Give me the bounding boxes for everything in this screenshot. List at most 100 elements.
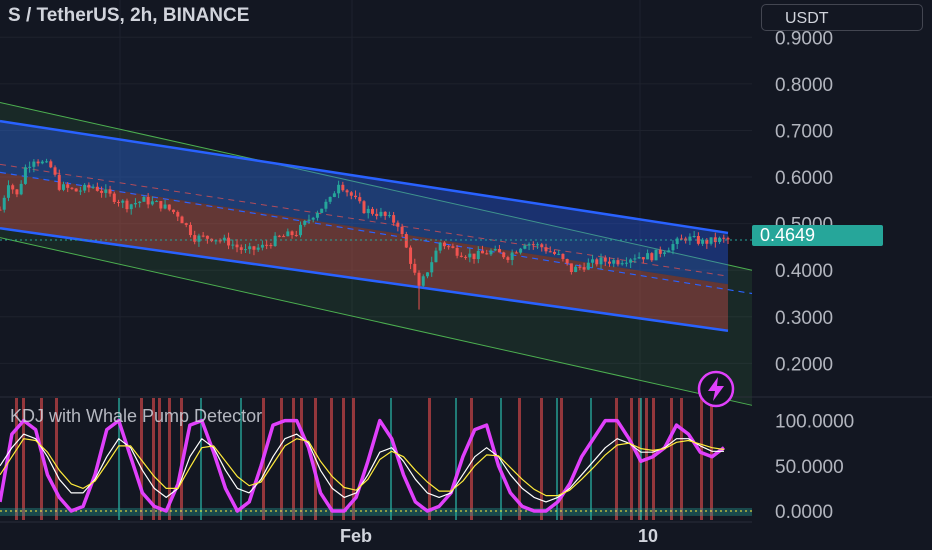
candle-body (650, 253, 654, 261)
candle-body (45, 161, 49, 163)
candle-body (624, 262, 628, 264)
candle-body (519, 248, 523, 253)
candle-body (146, 197, 150, 205)
candle-body (0, 209, 2, 211)
candle-body (227, 237, 231, 246)
candle-body (49, 161, 53, 168)
candle-body (197, 235, 201, 242)
candle-body (396, 222, 400, 227)
candle (180, 215, 184, 224)
candle-body (129, 204, 133, 210)
candle-body (2, 197, 6, 210)
candle-body (586, 262, 590, 270)
candle-body (527, 244, 531, 246)
candle-body (552, 251, 556, 254)
candle-body (307, 219, 311, 221)
candle-body (277, 235, 281, 237)
candle-body (464, 256, 468, 258)
candle-body (138, 201, 142, 204)
lightning-icon[interactable] (697, 370, 735, 408)
candle-body (616, 260, 620, 265)
candle-body (193, 235, 197, 242)
candle-body (531, 244, 535, 246)
candle-body (430, 262, 434, 273)
candle-body (591, 259, 595, 263)
signal-bar (590, 398, 592, 520)
candle-body (557, 253, 561, 255)
trading-chart[interactable]: 0.90000.80000.70000.60000.50000.40000.30… (0, 0, 932, 550)
candle-body (607, 261, 611, 264)
candle-body (595, 259, 599, 265)
candle-body (303, 220, 307, 225)
signal-bar (670, 398, 673, 520)
candle-body (654, 249, 658, 261)
candle-body (692, 236, 696, 238)
candle-body (36, 161, 40, 164)
candle-body (387, 215, 391, 217)
candle-body (19, 183, 23, 195)
candle-body (574, 266, 578, 273)
candle-body (282, 236, 286, 238)
candle-body (362, 201, 366, 214)
candle-body (637, 257, 641, 259)
candle-body (400, 226, 404, 235)
candle-body (417, 272, 421, 286)
candle-body (57, 174, 61, 190)
candle (362, 200, 366, 214)
candle-body (155, 201, 159, 203)
candle-body (633, 258, 637, 260)
candle-body (125, 200, 129, 210)
candle (23, 164, 27, 185)
candle-body (696, 236, 700, 244)
candle-body (383, 211, 387, 216)
candle-body (40, 161, 44, 164)
candle-body (70, 187, 74, 189)
candle-body (337, 184, 341, 194)
signal-bar (455, 398, 457, 520)
candle-body (671, 244, 675, 251)
candle-body (95, 186, 99, 191)
candle-body (32, 161, 36, 167)
signal-bar (280, 398, 283, 520)
candle-body (133, 203, 137, 205)
candle-body (91, 186, 95, 188)
signal-bar (428, 398, 431, 520)
y-axis-label: 0.3000 (775, 308, 833, 329)
candle-body (74, 188, 78, 192)
candle-body (620, 263, 624, 265)
candle-body (451, 246, 455, 248)
candle-body (15, 189, 19, 195)
candle-body (497, 248, 501, 253)
candle-body (28, 166, 32, 168)
candle-body (658, 249, 662, 254)
candle-body (188, 224, 192, 236)
candle-body (468, 253, 472, 258)
candle-body (214, 240, 218, 242)
candle-body (578, 266, 582, 268)
candle-body (235, 244, 239, 248)
candle-body (404, 234, 408, 248)
candle (74, 188, 78, 192)
candle-body (320, 208, 324, 213)
signal-bar (470, 398, 473, 520)
candle-body (176, 212, 180, 217)
candle-body (514, 252, 518, 254)
candle-body (675, 238, 679, 245)
candle-body (612, 260, 616, 264)
chart-title: S / TetherUS, 2h, BINANCE (8, 5, 250, 26)
candle-body (481, 250, 485, 254)
candle-body (243, 249, 247, 251)
candle-body (112, 193, 116, 202)
candle-body (510, 252, 514, 260)
y-axis-label: 0.4000 (775, 261, 833, 282)
signal-bar (540, 398, 543, 520)
candle-body (569, 263, 573, 273)
candle-body (485, 253, 489, 255)
candle-body (100, 190, 104, 193)
currency-selector[interactable]: USDT (761, 4, 923, 31)
signal-bar (710, 398, 713, 520)
candle (320, 208, 324, 214)
candle-body (663, 252, 667, 254)
candle-body (231, 244, 235, 246)
candle-body (502, 252, 506, 258)
